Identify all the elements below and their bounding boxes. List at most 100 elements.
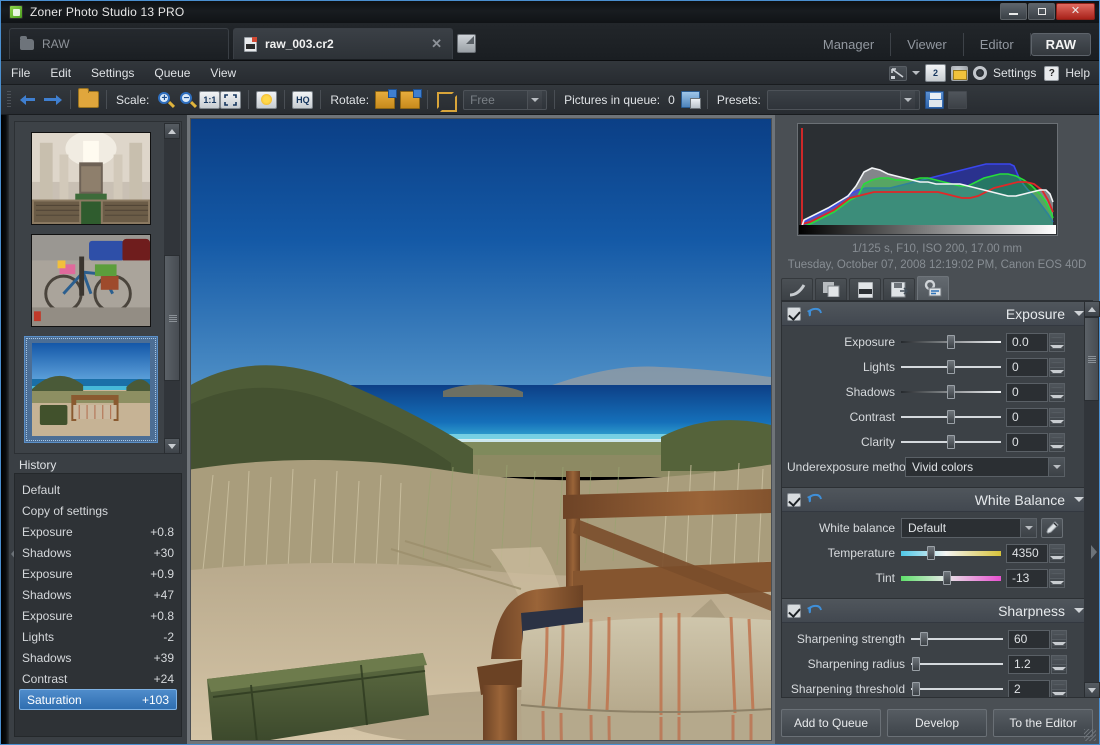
adjustments-scroll-up-button[interactable]	[1084, 301, 1100, 317]
toolbar-grip[interactable]	[7, 91, 11, 109]
control-sharpening-strength-stepper[interactable]	[1051, 630, 1067, 649]
section-exposure-checkbox[interactable]	[787, 307, 801, 321]
thumbnail-beach-bench[interactable]	[24, 336, 158, 443]
control-contrast-stepper[interactable]	[1049, 408, 1065, 427]
tab-close-icon[interactable]: ✕	[431, 36, 442, 52]
reset-exposure-icon[interactable]	[806, 306, 823, 321]
control-sharpening-threshold-stepper[interactable]	[1051, 680, 1067, 699]
eyedropper-icon[interactable]	[1041, 518, 1063, 538]
control-lights-value[interactable]: 0	[1006, 358, 1048, 377]
new-edit-tab-icon[interactable]	[457, 34, 476, 53]
image-frame[interactable]	[190, 118, 772, 741]
tab-save[interactable]	[883, 278, 915, 300]
screen-mode-chevron-down-icon[interactable]	[912, 71, 920, 75]
control-contrast-value[interactable]: 0	[1006, 408, 1048, 427]
control-clarity-slider[interactable]	[901, 432, 1001, 452]
reset-white-balance-icon[interactable]	[806, 492, 823, 507]
white-balance-chevron-down-icon[interactable]	[1020, 519, 1036, 537]
control-sharpening-threshold-slider[interactable]	[911, 679, 1003, 698]
control-tint-slider[interactable]	[901, 568, 1001, 588]
list-item[interactable]: Exposure +0.9	[15, 563, 181, 584]
control-clarity[interactable]: Clarity 0	[787, 431, 1087, 453]
brightness-preview-icon[interactable]	[256, 91, 277, 109]
rotate-right-icon[interactable]	[400, 91, 420, 109]
thumbnail-scroll-down-button[interactable]	[164, 438, 180, 454]
control-shadows[interactable]: Shadows 0	[787, 381, 1087, 403]
list-item[interactable]: Default	[15, 479, 181, 500]
tab-film[interactable]	[849, 278, 881, 300]
zoom-fit-icon[interactable]	[220, 91, 241, 109]
help-label[interactable]: Help	[1064, 66, 1093, 80]
section-white-balance-header[interactable]: White Balance	[782, 488, 1092, 512]
window-resize-grip[interactable]	[1084, 729, 1096, 741]
adjustments-scrollbar-thumb[interactable]	[1084, 317, 1099, 401]
thumbnail-scroll-up-button[interactable]	[164, 123, 180, 139]
adjustments-scrollbar[interactable]	[1084, 301, 1099, 698]
section-exposure-chevron-down-icon[interactable]	[1074, 311, 1084, 316]
white-balance-select[interactable]: Default	[901, 518, 1037, 538]
control-temperature-value[interactable]: 4350	[1006, 544, 1048, 563]
mode-viewer[interactable]: Viewer	[891, 33, 964, 56]
list-item[interactable]: Exposure +0.8	[15, 521, 181, 542]
underexposure-method-select[interactable]: Vivid colors	[905, 457, 1065, 477]
list-item[interactable]: Shadows +30	[15, 542, 181, 563]
mail-icon[interactable]	[951, 66, 968, 81]
rotate-left-icon[interactable]	[375, 91, 395, 109]
close-button[interactable]: ✕	[1056, 3, 1095, 20]
menu-edit[interactable]: Edit	[40, 66, 81, 80]
list-item[interactable]: Shadows +39	[15, 647, 181, 668]
control-exposure-value[interactable]: 0.0	[1006, 333, 1048, 352]
list-item[interactable]: Exposure +0.8	[15, 605, 181, 626]
control-sharpening-radius-slider[interactable]	[911, 654, 1003, 674]
crop-icon[interactable]	[435, 91, 455, 109]
monitor-count-badge[interactable]: 2	[925, 64, 946, 82]
tab-layers[interactable]	[815, 278, 847, 300]
back-arrow-icon[interactable]	[19, 90, 41, 110]
preset-select[interactable]	[767, 90, 920, 110]
mode-manager[interactable]: Manager	[807, 33, 891, 56]
control-sharpening-strength-slider[interactable]	[911, 629, 1003, 649]
history-list[interactable]: Default Copy of settings Exposure +0.8 S…	[14, 473, 182, 737]
adjustments-scroll-down-button[interactable]	[1084, 682, 1100, 698]
tab-curves[interactable]	[781, 278, 813, 300]
show-queue-icon[interactable]	[681, 91, 700, 108]
maximize-button[interactable]	[1028, 3, 1055, 20]
control-shadows-stepper[interactable]	[1049, 383, 1065, 402]
open-folder-icon[interactable]	[78, 91, 99, 108]
to-the-editor-button[interactable]: To the Editor	[993, 709, 1093, 737]
thumbnail-scrollbar[interactable]	[164, 123, 180, 454]
control-exposure[interactable]: Exposure 0.0	[787, 331, 1087, 353]
add-to-queue-button[interactable]: Add to Queue	[781, 709, 881, 737]
control-shadows-value[interactable]: 0	[1006, 383, 1048, 402]
menu-queue[interactable]: Queue	[144, 66, 200, 80]
section-sharpness-checkbox[interactable]	[787, 604, 801, 618]
high-quality-icon[interactable]: HQ	[292, 91, 313, 109]
control-clarity-value[interactable]: 0	[1006, 433, 1048, 452]
tab-raw-003[interactable]: raw_003.cr2 ✕	[233, 28, 453, 59]
list-item-selected[interactable]: Saturation +103	[19, 689, 177, 710]
menu-settings[interactable]: Settings	[81, 66, 144, 80]
control-contrast-slider[interactable]	[901, 407, 1001, 427]
save-preset-icon[interactable]	[925, 91, 944, 109]
collapse-right-panel-icon[interactable]	[1091, 545, 1098, 559]
control-temperature-stepper[interactable]	[1049, 544, 1065, 563]
zoom-actual-size-icon[interactable]: 1:1	[199, 91, 220, 109]
tab-raw-folder[interactable]: RAW	[9, 28, 229, 59]
minimize-button[interactable]	[1000, 3, 1027, 20]
control-temperature[interactable]: Temperature 4350	[787, 542, 1087, 564]
control-lights[interactable]: Lights 0	[787, 356, 1087, 378]
control-sharpening-radius[interactable]: Sharpening radius 1.2	[787, 653, 1087, 675]
reset-sharpness-icon[interactable]	[806, 603, 823, 618]
control-underexposure-method[interactable]: Underexposure method Vivid colors	[787, 456, 1087, 478]
develop-button[interactable]: Develop	[887, 709, 987, 737]
control-tint[interactable]: Tint -13	[787, 567, 1087, 589]
section-exposure-header[interactable]: Exposure	[782, 302, 1092, 326]
zoom-out-icon[interactable]: −	[177, 90, 199, 110]
menu-file[interactable]: File	[1, 66, 40, 80]
control-tint-value[interactable]: -13	[1006, 569, 1048, 588]
control-contrast[interactable]: Contrast 0	[787, 406, 1087, 428]
tab-settings[interactable]	[917, 276, 949, 300]
control-sharpening-radius-stepper[interactable]	[1051, 655, 1067, 674]
forward-arrow-icon[interactable]	[41, 90, 63, 110]
thumbnail-scrollbar-thumb[interactable]	[164, 255, 180, 381]
